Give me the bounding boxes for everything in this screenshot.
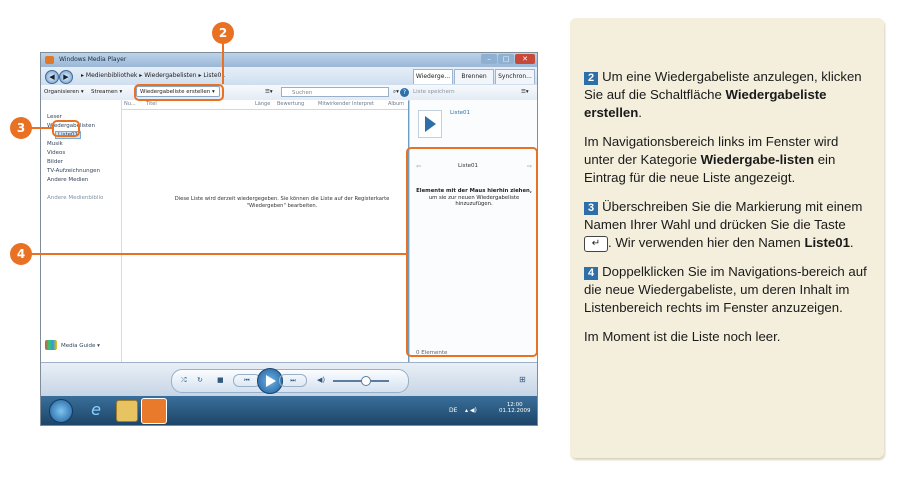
navigation-pane: Leser Wiedergabelisten Liste01 Musik Vid…	[41, 100, 122, 362]
step-3-bold: Liste01	[804, 235, 850, 250]
sidebar-item-tv[interactable]: TV-Aufzeichnungen	[47, 168, 100, 174]
wmp-logo-icon	[45, 56, 54, 64]
clock-date: 01.12.2009	[499, 408, 531, 414]
tab-play[interactable]: Wiederge...	[413, 69, 453, 84]
maximize-icon[interactable]: □	[498, 54, 514, 64]
view-options-icon[interactable]: ☰▾	[265, 89, 273, 95]
paragraph-navigation: Im Navigationsbereich links im Fenster w…	[584, 133, 872, 187]
forward-icon[interactable]: ▶	[59, 70, 73, 84]
step-4-badge: 4	[584, 267, 599, 280]
taskbar: e DE ▴ ◀) 12:00 01.12.2009	[41, 396, 537, 425]
step-4: 4 Doppelklicken Sie im Navigations-bereic…	[584, 263, 872, 317]
sidebar-item-music[interactable]: Musik	[47, 141, 63, 147]
step-4-text: Doppelklicken Sie im Navigations-bereich…	[584, 264, 867, 315]
enter-key-icon: ↵	[584, 235, 608, 252]
clock[interactable]: 12:00 01.12.2009	[499, 402, 531, 414]
column-header: Nu... Titel Länge Bewertung Mitwirkender…	[122, 100, 408, 110]
stream-menu[interactable]: Streamen ▾	[91, 89, 122, 95]
crumb-playlists[interactable]: Wiedergabelisten	[144, 72, 196, 79]
toolbar: Organisieren ▾ Streamen ▾ Wiedergabelist…	[41, 85, 537, 101]
step-2-end: .	[638, 105, 642, 120]
stop-icon[interactable]: ■	[217, 376, 224, 384]
list-name[interactable]: Liste01	[450, 110, 470, 116]
player-controls: ⤮ ↻ ■ ⏮ ⏭ ◀) ⊞	[41, 362, 537, 397]
search-input[interactable]: Suchen	[281, 87, 389, 97]
volume-icon[interactable]: ◀)	[317, 376, 325, 384]
close-icon[interactable]: ✕	[515, 54, 535, 64]
list-options-icon[interactable]: ☰▾	[521, 89, 529, 95]
callout-4-line	[30, 253, 406, 255]
media-guide-button[interactable]: Media Guide ▾	[61, 343, 100, 349]
tab-burn[interactable]: Brennen	[454, 69, 494, 84]
media-player-task-icon[interactable]	[141, 398, 167, 424]
tray-icons[interactable]: ▴ ◀)	[465, 407, 477, 414]
sidebar-item-other-libraries[interactable]: Andere Medienbiblio	[47, 195, 103, 201]
crumb-library[interactable]: Medienbibliothek	[86, 72, 137, 79]
search-icon[interactable]: ⌕▾	[393, 89, 399, 96]
organize-menu[interactable]: Organisieren ▾	[44, 89, 84, 95]
breadcrumb: ▸ Medienbibliothek ▸ Wiedergabelisten ▸ …	[81, 72, 226, 79]
switch-view-icon[interactable]: ⊞	[519, 375, 526, 384]
sidebar-item-other-media[interactable]: Andere Medien	[47, 177, 88, 183]
list-view: Nu... Titel Länge Bewertung Mitwirkender…	[122, 100, 408, 362]
start-orb-icon[interactable]	[49, 399, 73, 423]
internet-explorer-icon[interactable]: e	[86, 400, 106, 420]
play-icon	[425, 116, 436, 132]
help-icon[interactable]: ?	[400, 88, 409, 97]
callout-2-line	[222, 38, 224, 84]
callout-3-line	[30, 127, 52, 129]
step-3: 3 Überschreiben Sie die Markierung mit ei…	[584, 198, 872, 252]
empty-list-message: Diese Liste wird derzeit wiedergegeben. …	[152, 196, 412, 210]
save-list-button[interactable]: Liste speichern	[413, 89, 455, 95]
paragraph-empty: Im Moment ist die Liste noch leer.	[584, 329, 781, 344]
sidebar-item-videos[interactable]: Videos	[47, 150, 65, 156]
col-artist[interactable]: Mitwirkender Interpret	[318, 101, 374, 107]
language-indicator[interactable]: DE	[449, 407, 457, 414]
para-2-bold: Wiedergabe-listen	[700, 152, 815, 167]
step-2: 2 Um eine Wiedergabeliste anzulegen, klic…	[584, 68, 872, 122]
highlight-create-button	[134, 84, 224, 101]
callout-4-badge: 4	[10, 243, 32, 265]
col-number[interactable]: Nu...	[124, 101, 136, 107]
next-icon[interactable]: ⏭	[279, 374, 307, 387]
callout-3-badge: 3	[10, 117, 32, 139]
step-3-text-2: . Wir verwenden hier den Namen	[608, 235, 801, 250]
title-bar: Windows Media Player – □ ✕	[41, 53, 537, 67]
col-album[interactable]: Album	[388, 101, 404, 107]
step-3-badge: 3	[584, 202, 599, 215]
play-triangle-icon	[266, 375, 276, 387]
back-icon[interactable]: ◀	[45, 70, 59, 84]
empty-line-2: "Wiedergeben" bearbeiten.	[246, 203, 318, 209]
col-length[interactable]: Länge	[255, 101, 270, 107]
volume-knob[interactable]	[361, 376, 371, 386]
window-title: Windows Media Player	[59, 56, 127, 63]
instruction-box: 2 Um eine Wiedergabeliste anzulegen, klic…	[570, 18, 884, 458]
callout-2-badge: 2	[212, 22, 234, 44]
step-3-end: .	[849, 235, 854, 250]
tab-sync[interactable]: Synchron...	[495, 69, 535, 84]
playlist-thumb	[418, 110, 442, 138]
step-3-text: Überschreiben Sie die Markierung mit ein…	[584, 199, 863, 232]
highlight-liste01	[52, 120, 80, 137]
explorer-icon[interactable]	[116, 400, 138, 422]
instruction-text: 2 Um eine Wiedergabeliste anzulegen, klic…	[584, 68, 872, 357]
empty-line-1: Diese Liste wird derzeit wiedergegeben. …	[174, 196, 390, 202]
shuffle-icon[interactable]: ⤮	[181, 376, 187, 385]
media-guide-icon	[45, 340, 57, 350]
step-2-badge: 2	[584, 72, 599, 85]
minimize-icon[interactable]: –	[481, 54, 497, 64]
col-title[interactable]: Titel	[146, 101, 157, 107]
col-rating[interactable]: Bewertung	[277, 101, 304, 107]
highlight-list-pane	[406, 147, 538, 357]
repeat-icon[interactable]: ↻	[197, 376, 203, 384]
navigation-bar: ◀ ▶ ▸ Medienbibliothek ▸ Wiedergabeliste…	[41, 67, 537, 85]
sidebar-item-pictures[interactable]: Bilder	[47, 159, 63, 165]
